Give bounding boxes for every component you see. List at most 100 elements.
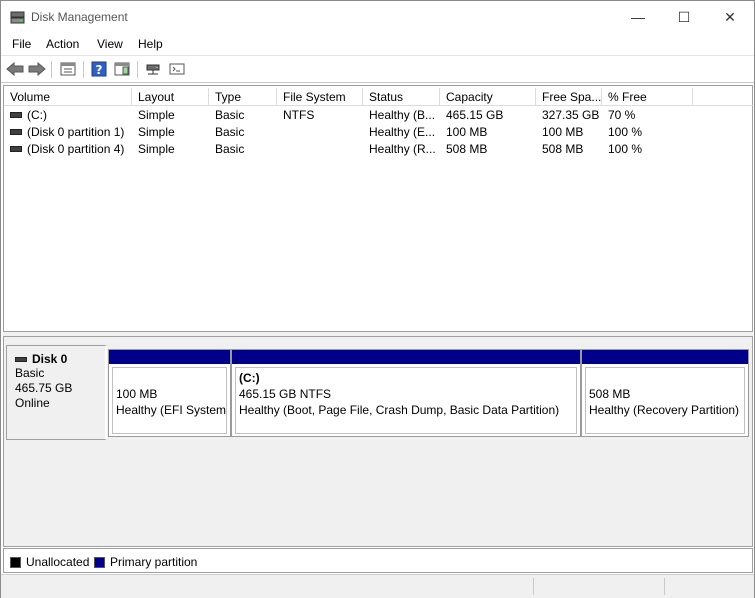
legend-item-primary-partition: Primary partition	[94, 555, 197, 569]
primary-partition-swatch	[94, 556, 105, 568]
column-header-type[interactable]: Type	[209, 88, 277, 106]
legend-item-unallocated: Unallocated	[10, 555, 89, 569]
status-bar	[1, 574, 754, 598]
toolbar-separator	[51, 61, 52, 78]
cell-status: Healthy (R...	[369, 142, 436, 156]
cell-volume: (C:)	[4, 107, 132, 124]
cell-status: Healthy (E...	[369, 125, 436, 139]
column-header-file-system[interactable]: File System	[277, 88, 363, 106]
toolbar-separator	[83, 61, 84, 78]
table-row[interactable]: (C:) Simple Basic NTFS Healthy (B... 465…	[4, 107, 753, 124]
show-hide-pane-icon	[114, 62, 130, 76]
partition-body: 508 MB Healthy (Recovery Partition)	[585, 367, 745, 434]
minimize-icon: —	[631, 9, 645, 25]
partition-bar	[232, 350, 580, 364]
partition-efi[interactable]: 100 MB Healthy (EFI System	[108, 349, 231, 437]
minimize-button[interactable]: —	[615, 1, 661, 33]
disk-label-box[interactable]: Disk 0 Basic 465.75 GB Online	[6, 345, 107, 440]
partition-status: Healthy (Boot, Page File, Crash Dump, Ba…	[239, 403, 560, 417]
back-button[interactable]	[5, 60, 25, 78]
column-header-free-space[interactable]: Free Spa...	[536, 88, 602, 106]
cell-capacity: 100 MB	[446, 125, 488, 139]
partition-body: 100 MB Healthy (EFI System	[112, 367, 227, 434]
disk-icon	[15, 356, 27, 362]
console-icon	[169, 63, 185, 75]
partition-status: Healthy (EFI System	[116, 403, 226, 417]
column-header-volume[interactable]: Volume	[4, 88, 132, 106]
svg-text:?: ?	[96, 63, 103, 77]
partition-size: 100 MB	[116, 387, 158, 401]
volume-icon	[10, 112, 22, 118]
partition-recovery[interactable]: 508 MB Healthy (Recovery Partition)	[581, 349, 749, 437]
status-bar-separator	[664, 578, 665, 595]
menu-action[interactable]: Action	[46, 37, 79, 51]
partition-bar	[582, 350, 748, 364]
partition-size: 508 MB	[589, 387, 631, 401]
cell-percent-free: 70 %	[608, 108, 636, 122]
legend: Unallocated Primary partition	[3, 548, 753, 573]
cell-percent-free: 100 %	[608, 142, 643, 156]
cell-type: Basic	[215, 142, 245, 156]
cell-capacity: 465.15 GB	[446, 108, 504, 122]
help-button[interactable]: ?	[89, 60, 109, 78]
partition-name	[116, 371, 226, 386]
table-row[interactable]: (Disk 0 partition 4) Simple Basic Health…	[4, 141, 753, 158]
volume-list[interactable]: Volume Layout Type File System Status Ca…	[3, 85, 753, 332]
title-bar[interactable]: Disk Management — ☐ ✕	[1, 1, 754, 33]
connect-disk-button[interactable]	[143, 60, 163, 78]
cell-layout: Simple	[138, 142, 175, 156]
close-button[interactable]: ✕	[707, 1, 753, 33]
volume-name: (Disk 0 partition 4)	[27, 142, 125, 156]
column-header-percent-free[interactable]: % Free	[602, 88, 693, 106]
partition-size: 465.15 GB NTFS	[239, 387, 332, 401]
disk-name-row: Disk 0	[15, 352, 105, 366]
forward-button[interactable]	[27, 60, 47, 78]
console-button[interactable]	[167, 60, 187, 78]
forward-icon	[28, 62, 46, 76]
cell-percent-free: 100 %	[608, 125, 643, 139]
menu-view[interactable]: View	[97, 37, 123, 51]
toolbar: ?	[1, 55, 754, 83]
connect-disk-icon	[146, 64, 160, 75]
cell-volume: (Disk 0 partition 1)	[4, 124, 132, 141]
partition-bar	[109, 350, 230, 364]
unallocated-swatch	[10, 556, 21, 568]
cell-file-system	[277, 141, 363, 158]
disk-graphical-view[interactable]: Disk 0 Basic 465.75 GB Online 100 MB Hea…	[3, 336, 753, 547]
disk-type: Basic	[15, 366, 45, 380]
column-header-status[interactable]: Status	[363, 88, 440, 106]
properties-button[interactable]	[58, 60, 78, 78]
toolbar-separator	[137, 61, 138, 78]
cell-file-system: NTFS	[283, 108, 315, 122]
menu-bar: File Action View Help	[1, 33, 754, 55]
disk-management-window: Disk Management — ☐ ✕ File Action View H…	[0, 0, 755, 598]
partition-c[interactable]: (C:) 465.15 GB NTFS Healthy (Boot, Page …	[231, 349, 581, 437]
volume-name: (C:)	[27, 108, 47, 122]
legend-label: Primary partition	[110, 555, 198, 569]
status-bar-separator	[533, 578, 534, 595]
menu-file[interactable]: File	[12, 37, 31, 51]
back-icon	[6, 62, 24, 76]
close-icon: ✕	[724, 9, 736, 25]
cell-free-space: 327.35 GB	[542, 108, 600, 122]
help-icon: ?	[91, 61, 107, 77]
menu-help[interactable]: Help	[138, 37, 163, 51]
cell-layout: Simple	[138, 108, 175, 122]
show-hide-pane-button[interactable]	[112, 60, 132, 78]
disk-management-app-icon	[10, 11, 25, 24]
cell-free-space: 508 MB	[542, 142, 584, 156]
disk-name: Disk 0	[32, 352, 68, 366]
partition-body: (C:) 465.15 GB NTFS Healthy (Boot, Page …	[235, 367, 577, 434]
column-header-layout[interactable]: Layout	[132, 88, 209, 106]
table-row[interactable]: (Disk 0 partition 1) Simple Basic Health…	[4, 124, 753, 141]
cell-free-space: 100 MB	[542, 125, 584, 139]
cell-layout: Simple	[138, 125, 175, 139]
column-header-capacity[interactable]: Capacity	[440, 88, 536, 106]
cell-file-system	[277, 124, 363, 141]
volume-icon	[10, 129, 22, 135]
maximize-button[interactable]: ☐	[661, 1, 707, 33]
window-title: Disk Management	[31, 10, 128, 24]
partition-name	[589, 371, 744, 386]
partition-status: Healthy (Recovery Partition)	[589, 403, 740, 417]
disk-size: 465.75 GB	[15, 381, 73, 395]
